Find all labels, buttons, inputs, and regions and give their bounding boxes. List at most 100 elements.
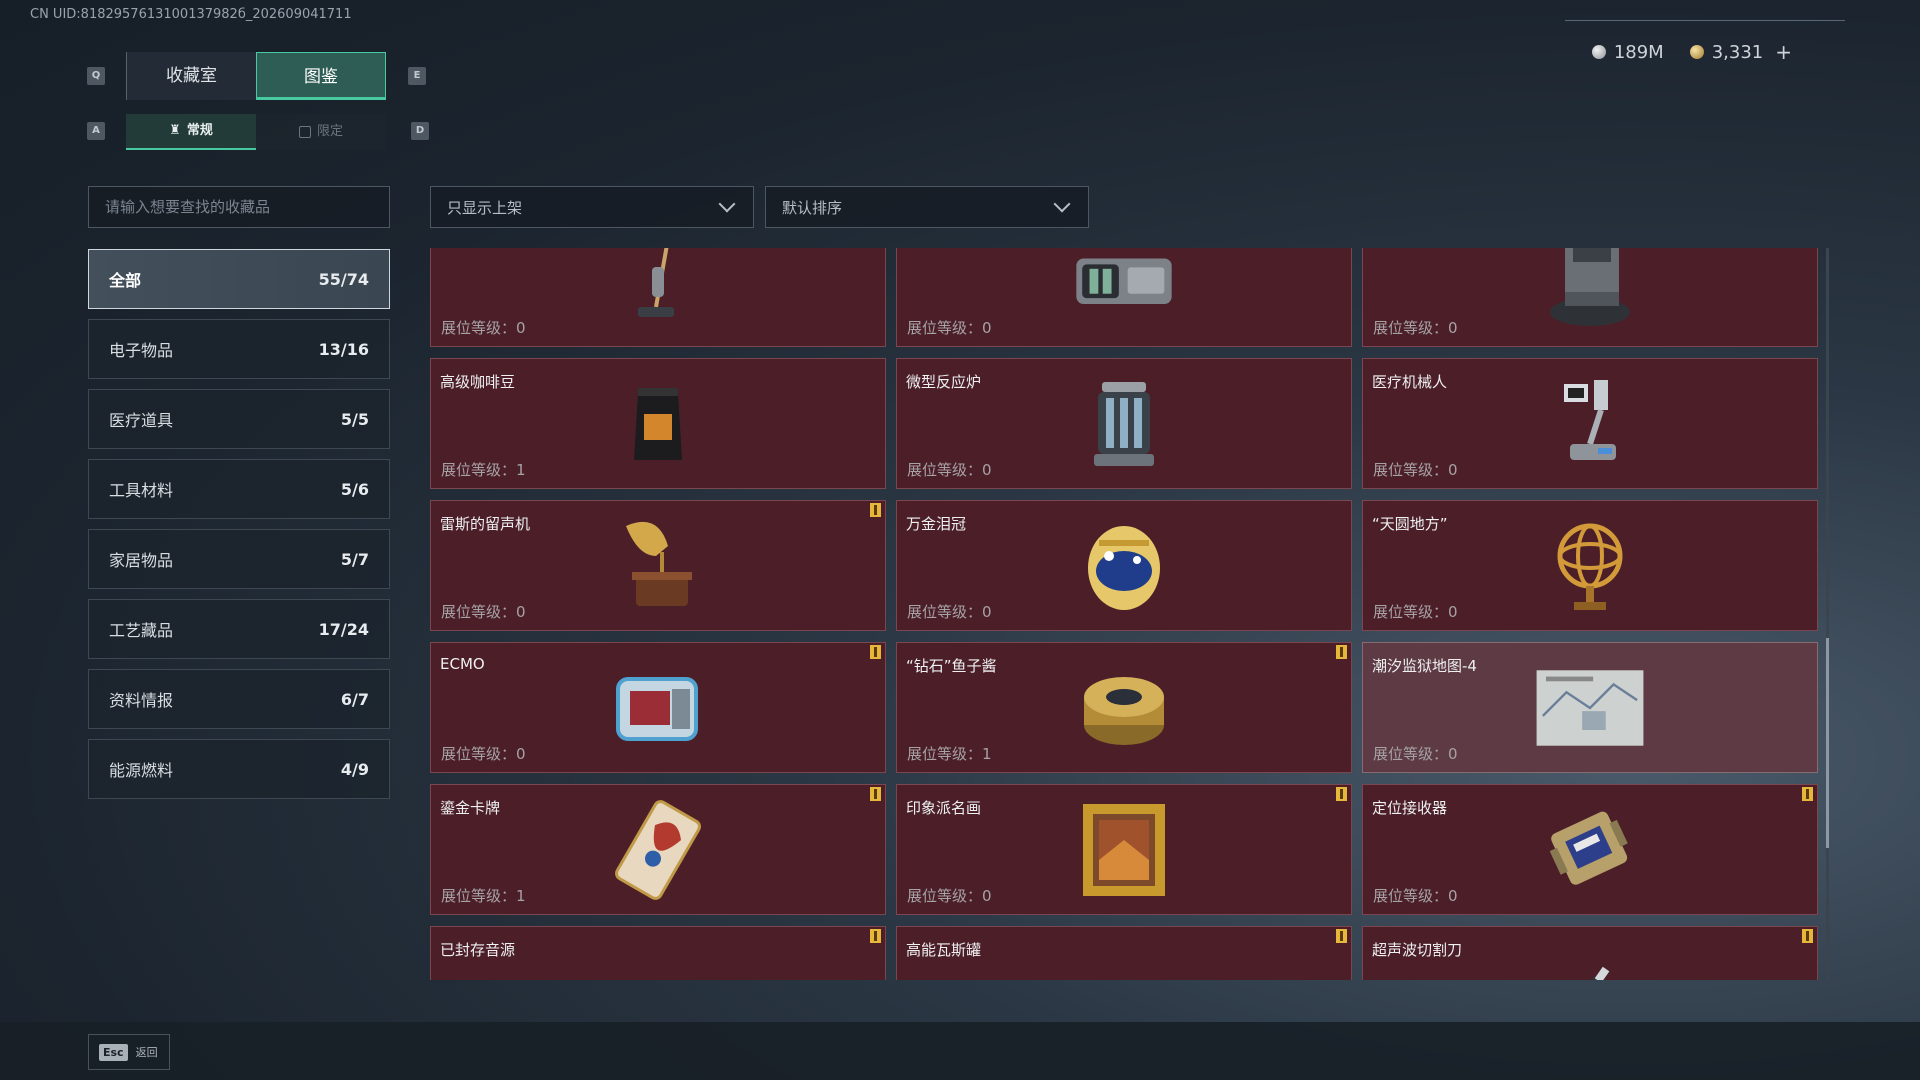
display-level-label: 展位等级： [907,887,983,905]
display-level-label: 展位等级： [907,319,983,337]
vacuum-icon [603,248,713,332]
sealed-audio-icon [603,942,713,981]
medical-robot-icon [1535,374,1645,474]
search-input[interactable] [88,186,390,228]
coffee-bag-icon [603,374,713,474]
display-level-value: 0 [1448,461,1458,479]
sort-value: 默认排序 [782,198,843,217]
collectible-card[interactable]: 展位等级：0 [1362,248,1818,347]
shelf-filter-value: 只显示上架 [447,198,523,217]
player-uid: CN UID:8182957613100137982б_202609041711 [30,7,352,22]
jeweled-egg-icon [1069,516,1179,616]
collectible-card[interactable]: 雷斯的留声机 展位等级：0 [430,500,886,631]
collectible-card[interactable]: ECMO 展位等级：0 [430,642,886,773]
category-count: 17/24 [318,619,369,639]
category-all[interactable]: 全部 55/74 [88,249,390,309]
category-label: 工艺藏品 [109,621,174,640]
new-alert-icon [1336,929,1347,943]
sub-tabs: ♜ 常规 限定 [126,114,386,150]
category-household[interactable]: 家居物品 5/7 [88,529,390,589]
display-level-label: 展位等级： [441,887,517,905]
display-level-value: 1 [982,745,992,763]
collectible-card[interactable]: 展位等级：0 [430,248,886,347]
collectible-card[interactable]: 印象派名画 展位等级：0 [896,784,1352,915]
collectible-card[interactable]: 医疗机械人展位等级：0 [1362,358,1818,489]
display-level: 展位等级：0 [1373,601,1458,622]
currency-bar: 189M 3,331 + [1591,40,1792,64]
collectible-name: 万金泪冠 [906,515,967,533]
collectible-card[interactable]: 展位等级：0 [896,248,1352,347]
collectible-card[interactable]: 万金泪冠 展位等级：0 [896,500,1352,631]
category-medical[interactable]: 医疗道具 5/5 [88,389,390,449]
category-label: 工具材料 [109,481,174,500]
tab-codex[interactable]: 图鉴 [256,52,386,100]
category-tools[interactable]: 工具材料 5/6 [88,459,390,519]
collectible-card[interactable]: “钻石”鱼子酱 展位等级：1 [896,642,1352,773]
collectible-card[interactable]: 已封存音源 [430,926,886,980]
collectible-name: 微型反应炉 [906,373,982,391]
tab-regular-label: 常规 [186,123,213,138]
category-count: 5/6 [340,479,369,499]
collectible-card[interactable]: “天圆地方” 展位等级：0 [1362,500,1818,631]
new-alert-icon [870,929,881,943]
gold-coin-icon [1689,45,1704,59]
reactor-icon [1069,374,1179,474]
collectible-card[interactable]: 超声波切割刀 [1362,926,1818,980]
scrollbar-thumb[interactable] [1826,638,1829,848]
display-level: 展位等级：0 [1373,743,1458,764]
main-tabs: 收藏室 图鉴 [126,52,386,100]
display-level: 展位等级：0 [441,743,526,764]
chevron-down-icon [718,195,736,213]
collectible-name: “天圆地方” [1372,515,1448,533]
silver-coin-icon [1591,45,1606,59]
collectible-name: 高级咖啡豆 [440,373,516,391]
shelf-filter-dropdown[interactable]: 只显示上架 [430,186,754,228]
gramophone-icon [603,516,713,616]
tab-limited[interactable]: 限定 [256,114,386,150]
display-level-value: 0 [1448,887,1458,905]
display-level-value: 0 [1448,603,1458,621]
category-crafts[interactable]: 工艺藏品 17/24 [88,599,390,659]
display-level-label: 展位等级： [1373,603,1449,621]
display-level: 展位等级：1 [907,743,992,764]
display-level-label: 展位等级： [907,603,983,621]
collectible-card[interactable]: 潮汐监狱地图-4 展位等级：0 [1362,642,1818,773]
category-intel[interactable]: 资料情报 6/7 [88,669,390,729]
back-label: 返回 [135,1046,158,1059]
collectible-card[interactable]: 高能瓦斯罐 [896,926,1352,980]
tab-regular[interactable]: ♜ 常规 [126,114,256,150]
collectible-name: 高能瓦斯罐 [906,941,982,959]
collectible-card[interactable]: 微型反应炉 展位等级：0 [896,358,1352,489]
item-grid: 展位等级：0 展位等级：0 展位等级：0 高级咖啡豆 展位等级：1 微型反应炉 展位等级：0… [430,248,1818,980]
hotkey-a: A [87,122,105,140]
display-level-value: 1 [516,461,526,479]
tab-collection-room[interactable]: 收藏室 [126,52,256,100]
display-level: 展位等级：0 [441,317,526,338]
hotkey-d: D [411,122,429,140]
sort-dropdown[interactable]: 默认排序 [765,186,1089,228]
ecmo-machine-icon [603,658,713,758]
category-fuel[interactable]: 能源燃料 4/9 [88,739,390,799]
new-alert-icon [1336,787,1347,801]
map-icon [1535,658,1645,758]
back-button[interactable]: Esc 返回 [88,1034,170,1070]
collectible-name: 印象派名画 [906,799,982,817]
collectible-name: ECMO [440,655,485,673]
collectible-card[interactable]: 定位接收器 展位等级：0 [1362,784,1818,915]
category-electronics[interactable]: 电子物品 13/16 [88,319,390,379]
category-count: 5/7 [340,549,369,569]
add-currency-button[interactable]: + [1775,40,1792,64]
display-level-label: 展位等级： [441,745,517,763]
display-level: 展位等级：0 [1373,459,1458,480]
display-level: 展位等级：0 [1373,317,1458,338]
collectible-card[interactable]: 鎏金卡牌 展位等级：1 [430,784,886,915]
collectible-card[interactable]: 高级咖啡豆 展位等级：1 [430,358,886,489]
collectible-name: 潮汐监狱地图-4 [1372,657,1477,675]
collectible-name: 医疗机械人 [1372,373,1448,391]
collectible-name: 雷斯的留声机 [440,515,531,533]
new-alert-icon [1802,929,1813,943]
grid-scrollbar[interactable] [1826,248,1829,980]
collectible-name: 超声波切割刀 [1372,941,1463,959]
new-alert-icon [870,787,881,801]
display-level-label: 展位等级： [1373,461,1449,479]
